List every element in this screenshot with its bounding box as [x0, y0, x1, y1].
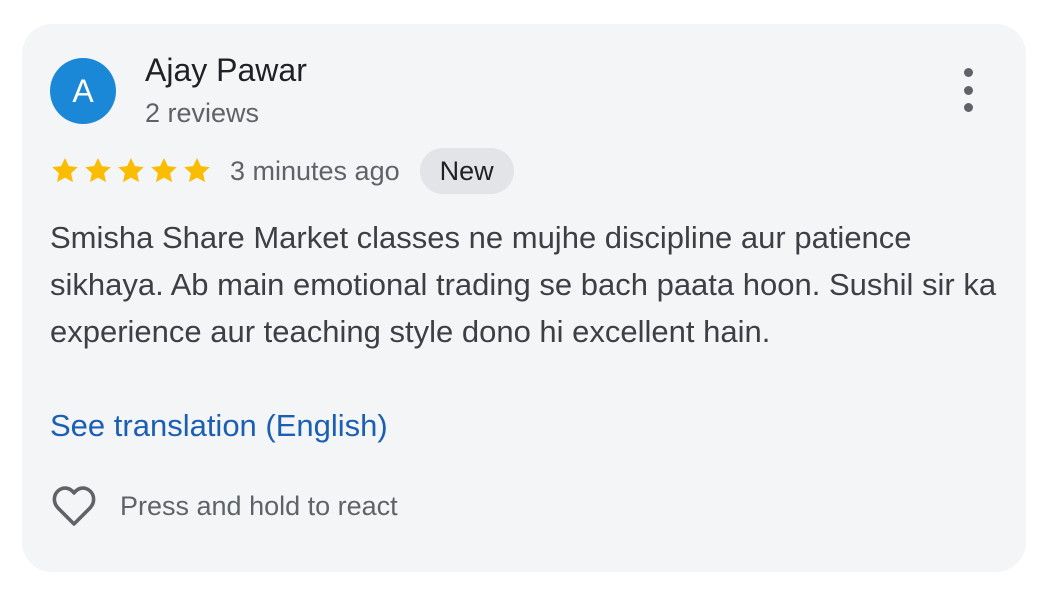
review-card: A Ajay Pawar 2 reviews 3 minutes ago New… — [22, 24, 1026, 572]
star-icon — [151, 158, 177, 183]
more-vert-icon-dot-2 — [963, 85, 973, 95]
author-reviews-count: 2 reviews — [145, 98, 260, 128]
avatar-initial: A — [72, 72, 94, 109]
see-translation-link[interactable]: See translation (English) — [50, 404, 388, 448]
star-icon — [118, 158, 144, 183]
star-rating — [50, 156, 212, 186]
react-button[interactable]: Press and hold to react — [50, 480, 398, 532]
heart-outline-icon — [52, 486, 96, 526]
more-vert-icon-dot-3 — [963, 103, 973, 112]
star-icon — [85, 158, 111, 183]
rating-row: 3 minutes ago New — [50, 146, 514, 196]
more-options-button[interactable] — [950, 68, 986, 112]
star-icon — [52, 158, 78, 183]
review-time: 3 minutes ago — [230, 155, 400, 186]
review-text: Smisha Share Market classes ne mujhe dis… — [50, 220, 997, 349]
more-vert-icon-dot-1 — [963, 68, 973, 77]
new-badge: New — [419, 148, 514, 194]
author-name[interactable]: Ajay Pawar — [145, 52, 307, 89]
react-label: Press and hold to react — [120, 490, 398, 521]
author-avatar[interactable]: A — [50, 58, 116, 124]
star-icon — [184, 158, 210, 183]
